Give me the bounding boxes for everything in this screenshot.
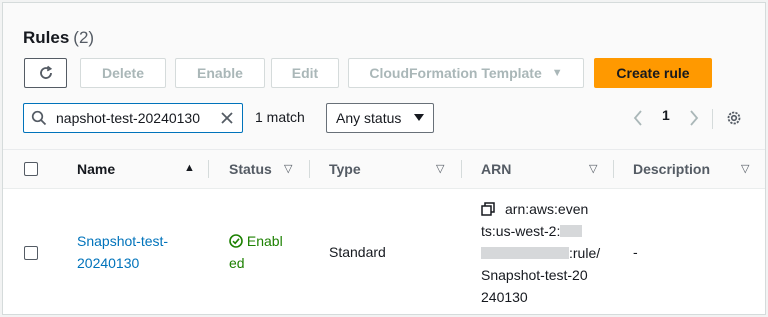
search-input[interactable]: napshot-test-20240130: [56, 110, 214, 126]
refresh-icon: [39, 65, 52, 79]
status-filter-value: Any status: [336, 110, 402, 126]
status-badge: Enabl ed: [229, 233, 283, 271]
clear-search-icon[interactable]: [219, 110, 235, 126]
edit-button[interactable]: Edit: [271, 58, 339, 88]
redacted-account-id: [481, 247, 569, 259]
status-filter-select[interactable]: Any status: [326, 103, 434, 133]
previous-page-icon[interactable]: [633, 110, 643, 126]
search-icon: [31, 110, 47, 126]
column-separator[interactable]: [208, 160, 209, 178]
rule-description: -: [633, 244, 638, 260]
rule-name-link[interactable]: Snapshot-test- 20240130: [77, 230, 168, 274]
column-separator[interactable]: [309, 160, 310, 178]
title-text: Rules: [23, 28, 70, 47]
delete-button[interactable]: Delete: [80, 58, 166, 88]
sort-icon[interactable]: ▽: [284, 162, 292, 175]
cloudformation-label: CloudFormation Template: [369, 65, 542, 81]
cloudformation-template-button[interactable]: CloudFormation Template ▼: [348, 58, 584, 88]
column-header-arn[interactable]: ARN: [481, 161, 511, 177]
current-page[interactable]: 1: [662, 107, 670, 123]
gear-icon[interactable]: [725, 109, 743, 127]
sort-icon[interactable]: ▽: [589, 162, 597, 175]
search-field[interactable]: napshot-test-20240130: [23, 103, 243, 133]
caret-down-icon: [414, 114, 424, 121]
column-header-description[interactable]: Description: [633, 161, 710, 177]
column-header-status[interactable]: Status: [229, 161, 272, 177]
page-title: Rules (2): [23, 28, 94, 48]
select-all-checkbox[interactable]: [24, 162, 38, 176]
rules-header: Rules (2) Delete Enable Edit CloudFormati…: [3, 3, 765, 150]
column-separator[interactable]: [461, 160, 462, 178]
row-checkbox[interactable]: [24, 246, 38, 260]
rules-panel: Rules (2) Delete Enable Edit CloudFormati…: [2, 2, 766, 315]
sort-ascending-icon[interactable]: ▲: [184, 162, 195, 174]
column-header-name[interactable]: Name: [77, 161, 115, 177]
refresh-button[interactable]: [24, 58, 67, 88]
pager-divider: [712, 109, 713, 129]
sort-icon[interactable]: ▽: [436, 162, 444, 175]
success-check-icon: [229, 234, 243, 248]
create-rule-button[interactable]: Create rule: [594, 58, 712, 88]
match-count: 1 match: [255, 109, 305, 125]
redacted-account-id: [560, 225, 583, 237]
column-separator[interactable]: [613, 160, 614, 178]
enable-button[interactable]: Enable: [175, 58, 265, 88]
table-header: Name ▲ Status ▽ Type ▽ ARN ▽ Description…: [3, 150, 765, 189]
rules-count: (2): [73, 28, 95, 47]
rule-type: Standard: [329, 244, 386, 260]
rule-arn: arn:aws:even ts:us-west-2: :rule/ Snapsh…: [481, 201, 601, 305]
column-header-type[interactable]: Type: [329, 161, 361, 177]
copy-icon[interactable]: [481, 202, 495, 216]
sort-icon[interactable]: ▽: [741, 162, 749, 175]
next-page-icon[interactable]: [689, 110, 699, 126]
caret-down-icon: ▼: [551, 67, 563, 79]
